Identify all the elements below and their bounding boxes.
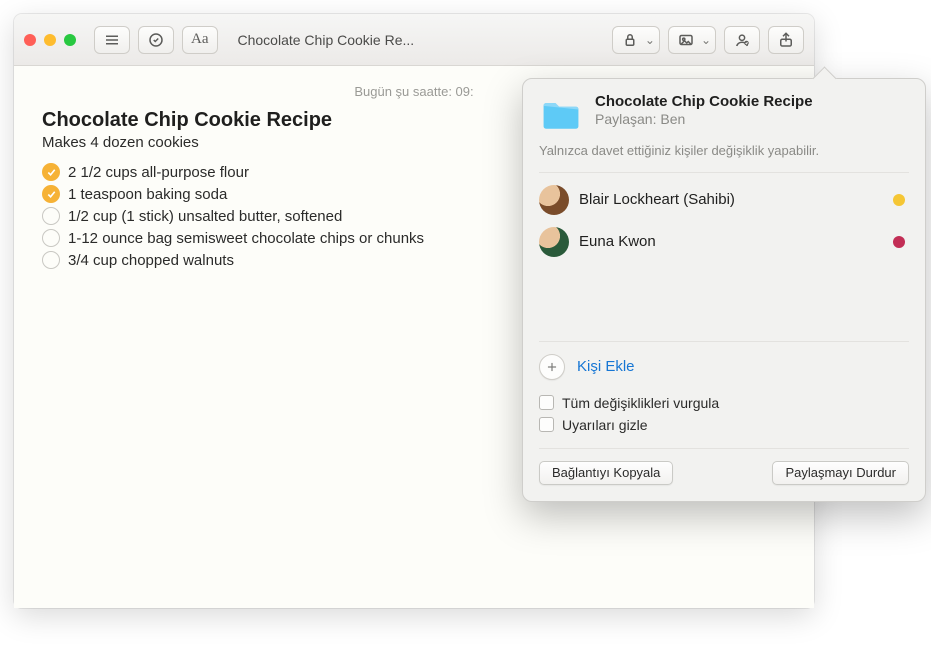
maximize-window-icon[interactable] bbox=[64, 34, 76, 46]
highlight-changes-option[interactable]: Tüm değişiklikleri vurgula bbox=[539, 392, 909, 414]
toolbar-title: Chocolate Chip Cookie Re... bbox=[226, 32, 604, 48]
lock-button[interactable] bbox=[612, 26, 660, 54]
presence-dot-icon bbox=[893, 236, 905, 248]
collaborate-button[interactable] bbox=[724, 26, 760, 54]
share-icon bbox=[777, 31, 795, 49]
window-controls bbox=[24, 34, 76, 46]
share-options: Tüm değişiklikleri vurgula Uyarıları giz… bbox=[539, 390, 909, 448]
avatar bbox=[539, 227, 569, 257]
copy-link-button[interactable]: Bağlantıyı Kopyala bbox=[539, 461, 673, 485]
person-name: Blair Lockheart (Sahibi) bbox=[579, 191, 883, 208]
person-name: Euna Kwon bbox=[579, 233, 883, 250]
folder-icon bbox=[539, 93, 583, 137]
media-button[interactable] bbox=[668, 26, 716, 54]
people-list: Blair Lockheart (Sahibi) Euna Kwon bbox=[539, 172, 909, 342]
checklist-toggle-icon[interactable] bbox=[42, 185, 60, 203]
presence-dot-icon bbox=[893, 194, 905, 206]
checklist-item-text: 3/4 cup chopped walnuts bbox=[68, 252, 234, 269]
stop-sharing-button[interactable]: Paylaşmayı Durdur bbox=[772, 461, 909, 485]
checkbox-icon[interactable] bbox=[539, 417, 554, 432]
minimize-window-icon[interactable] bbox=[44, 34, 56, 46]
highlight-changes-label: Tüm değişiklikleri vurgula bbox=[562, 395, 719, 411]
checkbox-icon[interactable] bbox=[539, 395, 554, 410]
checklist-item-text: 1-12 ounce bag semisweet chocolate chips… bbox=[68, 230, 424, 247]
share-button[interactable] bbox=[768, 26, 804, 54]
checklist-item-text: 2 1/2 cups all-purpose flour bbox=[68, 164, 249, 181]
person-row[interactable]: Blair Lockheart (Sahibi) bbox=[539, 179, 909, 221]
check-circle-icon bbox=[147, 31, 165, 49]
add-person-button[interactable] bbox=[539, 354, 565, 380]
plus-icon bbox=[545, 360, 559, 374]
share-title: Chocolate Chip Cookie Recipe bbox=[595, 93, 909, 110]
list-icon bbox=[103, 31, 121, 49]
share-actions: Bağlantıyı Kopyala Paylaşmayı Durdur bbox=[539, 448, 909, 485]
share-popover: Chocolate Chip Cookie Recipe Paylaşan: B… bbox=[522, 78, 926, 502]
add-person-label: Kişi Ekle bbox=[577, 358, 635, 375]
checklist-toggle-icon[interactable] bbox=[42, 163, 60, 181]
hide-alerts-label: Uyarıları gizle bbox=[562, 417, 648, 433]
hide-alerts-option[interactable]: Uyarıları gizle bbox=[539, 414, 909, 436]
close-window-icon[interactable] bbox=[24, 34, 36, 46]
avatar bbox=[539, 185, 569, 215]
add-person-row[interactable]: Kişi Ekle bbox=[539, 342, 909, 390]
titlebar: Aa Chocolate Chip Cookie Re... bbox=[14, 14, 814, 66]
checklist-toggle-icon[interactable] bbox=[42, 229, 60, 247]
checklist-button[interactable] bbox=[138, 26, 174, 54]
share-permission-note: Yalnızca davet ettiğiniz kişiler değişik… bbox=[539, 143, 909, 160]
photo-icon bbox=[677, 31, 695, 49]
checklist-toggle-icon[interactable] bbox=[42, 251, 60, 269]
checklist-item-text: 1 teaspoon baking soda bbox=[68, 186, 227, 203]
format-icon: Aa bbox=[191, 31, 209, 48]
checklist-toggle-icon[interactable] bbox=[42, 207, 60, 225]
list-view-button[interactable] bbox=[94, 26, 130, 54]
lock-icon bbox=[621, 31, 639, 49]
person-row[interactable]: Euna Kwon bbox=[539, 221, 909, 263]
app-window: Aa Chocolate Chip Cookie Re... Bugün şu … bbox=[14, 14, 814, 608]
checklist-item-text: 1/2 cup (1 stick) unsalted butter, softe… bbox=[68, 208, 342, 225]
share-subtitle: Paylaşan: Ben bbox=[595, 111, 909, 127]
format-button[interactable]: Aa bbox=[182, 26, 218, 54]
collaborate-icon bbox=[733, 31, 751, 49]
